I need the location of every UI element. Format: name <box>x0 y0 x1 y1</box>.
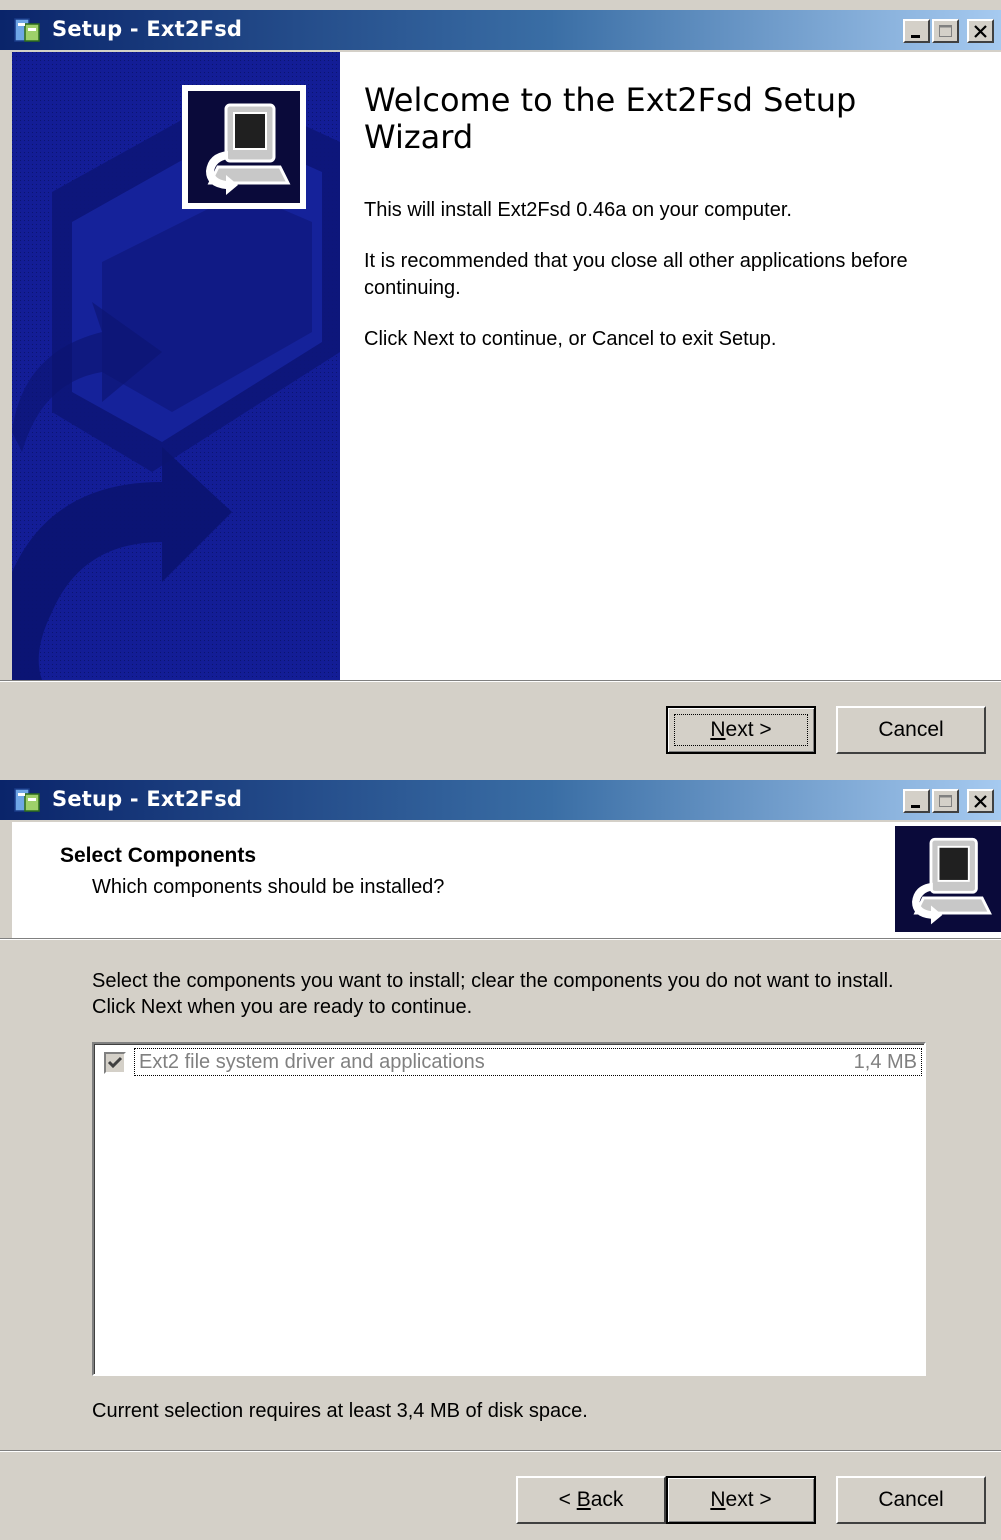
component-label: Ext2 file system driver and applications… <box>134 1048 922 1076</box>
welcome-title: Welcome to the Ext2Fsd Setup Wizard <box>364 81 857 156</box>
page-header: Select Components Which components shoul… <box>12 822 1001 938</box>
maximize-button[interactable] <box>932 789 959 813</box>
minimize-icon <box>911 805 920 808</box>
maximize-icon <box>939 795 952 807</box>
component-checkbox[interactable] <box>104 1052 126 1074</box>
window-title: Setup - Ext2Fsd <box>52 787 243 811</box>
instruction-text: Click Next to continue, or Cancel to exi… <box>364 328 777 350</box>
computer-install-icon <box>912 837 992 925</box>
welcome-panel: Welcome to the Ext2Fsd Setup Wizard This… <box>340 52 1001 680</box>
page-subtitle: Which components should be installed? <box>92 876 445 898</box>
next-button-label: Next > <box>710 718 772 741</box>
checkmark-icon <box>107 1056 123 1069</box>
components-list[interactable]: Ext2 file system driver and applications… <box>92 1042 926 1376</box>
title-bar[interactable]: Setup - Ext2Fsd <box>0 780 1001 820</box>
recommendation-text: It is recommended that you close all oth… <box>364 250 908 299</box>
page-title: Select Components <box>60 844 257 867</box>
maximize-icon <box>939 25 952 37</box>
back-button[interactable]: < Back <box>516 1476 666 1524</box>
close-icon <box>974 795 987 808</box>
wizard-side-image <box>12 52 340 680</box>
divider <box>0 1450 1001 1452</box>
intro-text: This will install Ext2Fsd 0.46a on your … <box>364 199 792 221</box>
close-button[interactable] <box>967 789 994 813</box>
instructions-text: Select the components you want to instal… <box>92 970 894 1018</box>
setup-app-icon <box>14 788 40 812</box>
component-item[interactable]: Ext2 file system driver and applications… <box>100 1048 922 1078</box>
disk-space-text: Current selection requires at least 3,4 … <box>92 1400 588 1422</box>
setup-app-icon <box>14 18 40 42</box>
computer-install-icon <box>206 103 291 195</box>
minimize-button[interactable] <box>903 19 930 43</box>
setup-window-components: Setup - Ext2Fsd Select Components Which … <box>0 770 1001 1540</box>
close-button[interactable] <box>967 19 994 43</box>
title-bar[interactable]: Setup - Ext2Fsd <box>0 10 1001 50</box>
close-icon <box>974 25 987 38</box>
minimize-button[interactable] <box>903 789 930 813</box>
next-button-label: Next > <box>710 1488 772 1511</box>
header-divider <box>0 938 1001 940</box>
maximize-button[interactable] <box>932 19 959 43</box>
cancel-button-label: Cancel <box>878 1488 944 1511</box>
wizard-logo-frame <box>182 85 306 209</box>
component-size: 1,4 MB <box>853 1051 917 1073</box>
setup-window-welcome: Setup - Ext2Fsd Welcome to the Ext2Fsd S… <box>0 0 1001 770</box>
next-button[interactable]: Next > <box>666 706 816 754</box>
component-name: Ext2 file system driver and applications <box>139 1051 485 1073</box>
minimize-icon <box>911 35 920 38</box>
wizard-small-logo <box>895 826 1001 932</box>
divider <box>0 680 1001 682</box>
next-button[interactable]: Next > <box>666 1476 816 1524</box>
cancel-button-label: Cancel <box>878 718 944 741</box>
back-button-label: < Back <box>558 1488 624 1511</box>
window-title: Setup - Ext2Fsd <box>52 17 243 41</box>
cancel-button[interactable]: Cancel <box>836 706 986 754</box>
cancel-button[interactable]: Cancel <box>836 1476 986 1524</box>
